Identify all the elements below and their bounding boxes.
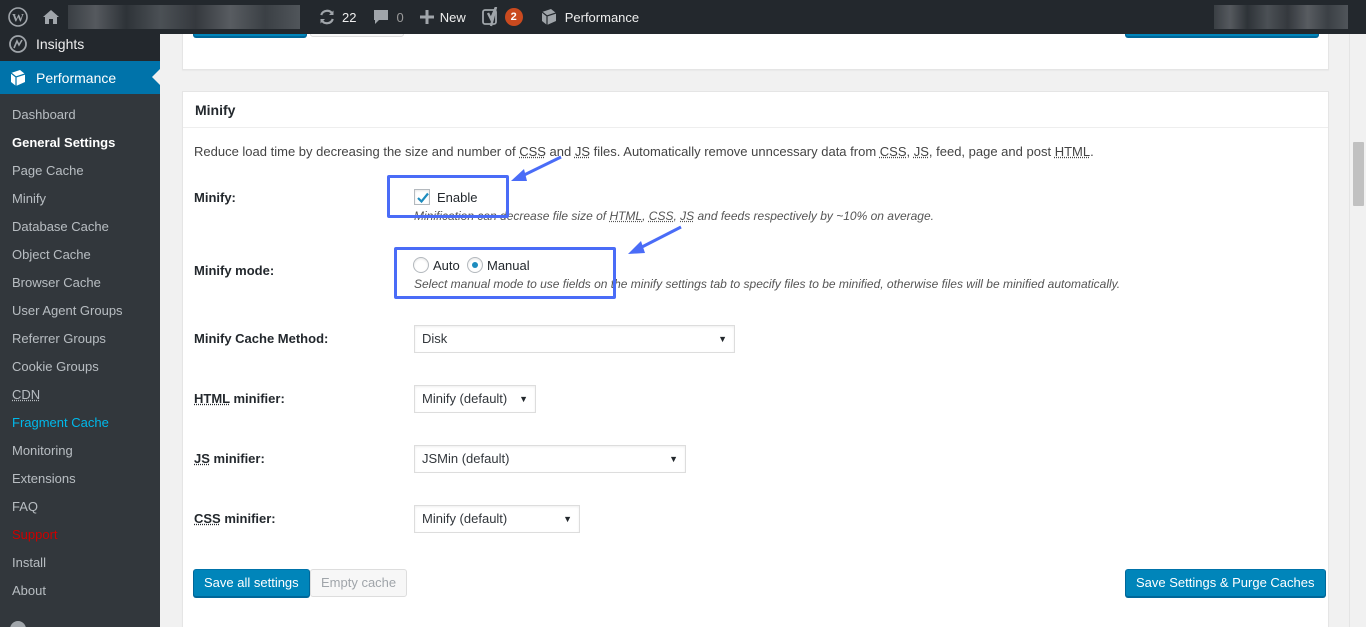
- admin-sidebar: Insights Performance Dashboard General S…: [0, 34, 160, 627]
- scrollbar-thumb[interactable]: [1353, 142, 1364, 206]
- updates-count: 22: [342, 9, 357, 25]
- submenu-about[interactable]: About: [0, 577, 160, 605]
- intro-text: ,: [906, 144, 914, 159]
- submenu-install[interactable]: Install: [0, 549, 160, 577]
- intro-abbr-js: JS: [913, 144, 929, 159]
- new-content-button[interactable]: New: [412, 0, 474, 34]
- desc-abbr-css: CSS: [648, 209, 674, 223]
- html-minifier-text: minifier:: [229, 391, 285, 406]
- updates-button[interactable]: 22: [310, 0, 364, 34]
- submenu-monitoring[interactable]: Monitoring: [0, 437, 160, 465]
- desc-text: ,: [642, 209, 649, 223]
- submenu-fragment-cache[interactable]: Fragment Cache: [0, 409, 160, 437]
- account-blurred[interactable]: [1206, 0, 1366, 34]
- page-scrollbar[interactable]: [1349, 34, 1366, 627]
- comments-button[interactable]: 0: [364, 0, 411, 34]
- css-minifier-select[interactable]: Minify (default) ▼: [414, 505, 580, 533]
- minify-box-title: Minify: [183, 92, 1328, 128]
- js-minifier-label: JS minifier:: [194, 451, 265, 466]
- submenu-general-settings[interactable]: General Settings: [0, 129, 160, 157]
- yoast-button[interactable]: 2: [474, 0, 531, 34]
- plus-icon: [419, 10, 434, 24]
- performance-icon: [8, 68, 28, 88]
- intro-text: .: [1090, 144, 1094, 159]
- yoast-icon: [481, 7, 500, 27]
- submenu-browser-cache[interactable]: Browser Cache: [0, 269, 160, 297]
- save-all-settings-button[interactable]: Save all settings: [193, 569, 310, 597]
- intro-text: files. Automatically remove unncessary d…: [590, 144, 880, 159]
- menu-performance-label: Performance: [36, 69, 117, 86]
- submenu-faq[interactable]: FAQ: [0, 493, 160, 521]
- desc-text: and feeds respectively by ~10% on averag…: [694, 209, 934, 223]
- submenu-extensions[interactable]: Extensions: [0, 465, 160, 493]
- submenu-object-cache[interactable]: Object Cache: [0, 241, 160, 269]
- home-icon[interactable]: [36, 0, 64, 34]
- caret-down-icon: ▼: [519, 394, 528, 404]
- updates-icon: [318, 8, 336, 26]
- js-abbr: JS: [194, 451, 210, 466]
- css-abbr: CSS: [194, 511, 221, 526]
- js-minifier-text: minifier:: [209, 451, 265, 466]
- html-minifier-select[interactable]: Minify (default) ▼: [414, 385, 536, 413]
- site-name-blurred[interactable]: [64, 0, 310, 34]
- caret-down-icon: ▼: [718, 334, 727, 344]
- submenu-cdn-label: CDN: [12, 387, 41, 402]
- cache-method-select[interactable]: Disk ▼: [414, 325, 735, 353]
- caret-down-icon: ▼: [669, 454, 678, 464]
- submenu-database-cache[interactable]: Database Cache: [0, 213, 160, 241]
- menu-insights[interactable]: Insights: [0, 31, 160, 57]
- intro-text: , feed, page and post: [928, 144, 1055, 159]
- html-minifier-label: HTML minifier:: [194, 391, 285, 406]
- submenu-user-agent-groups[interactable]: User Agent Groups: [0, 297, 160, 325]
- intro-abbr-html: HTML: [1054, 144, 1091, 159]
- comments-count: 0: [396, 9, 404, 25]
- svg-text:W: W: [12, 11, 24, 25]
- submenu-referrer-groups[interactable]: Referrer Groups: [0, 325, 160, 353]
- intro-text: Reduce load time by decreasing the size …: [194, 144, 520, 159]
- submenu-minify[interactable]: Minify: [0, 185, 160, 213]
- intro-abbr-css: CSS: [519, 144, 546, 159]
- yoast-badge: 2: [504, 8, 523, 26]
- performance-menu[interactable]: Performance: [531, 0, 647, 34]
- minify-mode-label: Minify mode:: [194, 263, 275, 278]
- annotation-highlight-mode: [394, 247, 616, 299]
- minify-label: Minify:: [194, 190, 236, 205]
- menu-insights-label: Insights: [36, 36, 85, 52]
- annotation-highlight-enable: [387, 175, 509, 218]
- css-minifier-value: Minify (default): [422, 511, 508, 526]
- wordpress-logo-icon[interactable]: W: [0, 0, 36, 34]
- submenu-dashboard[interactable]: Dashboard: [0, 101, 160, 129]
- html-minifier-value: Minify (default): [422, 391, 508, 406]
- empty-cache-button[interactable]: Empty cache: [310, 569, 408, 597]
- css-minifier-label: CSS minifier:: [194, 511, 276, 526]
- css-minifier-text: minifier:: [220, 511, 276, 526]
- js-minifier-select[interactable]: JSMin (default) ▼: [414, 445, 686, 473]
- admin-bar: W 22 0 New 2 Performance: [0, 0, 1366, 34]
- minify-intro: Reduce load time by decreasing the size …: [194, 144, 1094, 159]
- performance-submenu: Dashboard General Settings Page Cache Mi…: [0, 94, 160, 627]
- desc-abbr-js: JS: [680, 209, 695, 223]
- menu-performance[interactable]: Performance: [0, 61, 160, 94]
- html-abbr: HTML: [194, 391, 230, 406]
- submenu-cdn[interactable]: CDN: [0, 381, 160, 409]
- intro-abbr-css: CSS: [879, 144, 907, 159]
- intro-text: and: [545, 144, 575, 159]
- intro-abbr-js: JS: [574, 144, 591, 159]
- new-label: New: [439, 9, 466, 25]
- performance-icon: [539, 8, 559, 26]
- performance-label: Performance: [564, 9, 640, 25]
- cache-method-value: Disk: [422, 331, 448, 346]
- save-purge-caches-button[interactable]: Save Settings & Purge Caches: [1125, 569, 1326, 597]
- cache-method-label: Minify Cache Method:: [194, 331, 329, 346]
- submenu-page-cache[interactable]: Page Cache: [0, 157, 160, 185]
- submenu-support[interactable]: Support: [0, 521, 160, 549]
- submenu-cookie-groups[interactable]: Cookie Groups: [0, 353, 160, 381]
- js-minifier-value: JSMin (default): [422, 451, 510, 466]
- desc-abbr-html: HTML: [609, 209, 643, 223]
- minify-settings-panel: Minify Reduce load time by decreasing th…: [182, 91, 1329, 627]
- caret-down-icon: ▼: [563, 514, 572, 524]
- insights-icon: [8, 34, 28, 54]
- comments-icon: [372, 9, 390, 25]
